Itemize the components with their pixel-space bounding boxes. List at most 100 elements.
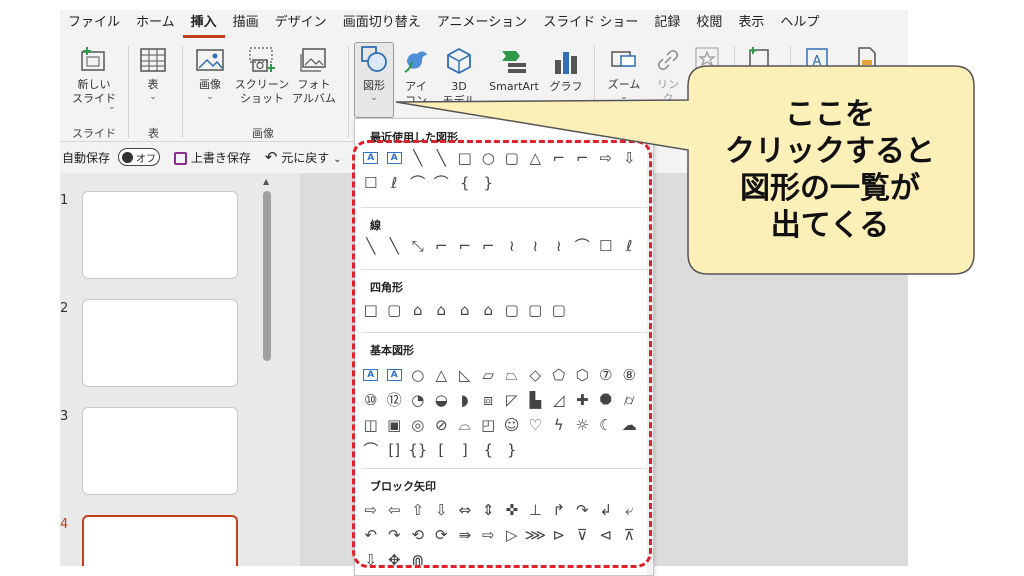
tab-3[interactable]: 描画 — [225, 10, 267, 38]
link-button[interactable]: リン ク — [648, 44, 688, 124]
new-slide-button[interactable]: 新しい スライド ⌄ — [66, 44, 122, 124]
shape-item-icon[interactable]: ⊼ — [618, 524, 642, 546]
image-button[interactable]: 画像 ⌄ — [184, 44, 236, 124]
shape-item-icon[interactable]: ⟲ — [406, 524, 430, 546]
slide-thumbnail[interactable] — [82, 515, 238, 566]
shape-item-icon[interactable]: ╲ — [359, 235, 383, 257]
tab-11[interactable]: ヘルプ — [772, 10, 827, 38]
chart-button[interactable]: グラフ — [544, 44, 588, 124]
shape-item-icon[interactable]: ⊽ — [571, 524, 595, 546]
shape-item-icon[interactable]: ⬡ — [571, 364, 595, 386]
tab-9[interactable]: 校閲 — [688, 10, 730, 38]
icons-button[interactable]: アイ コン — [396, 44, 436, 124]
shape-item-icon[interactable]: ↶ — [359, 524, 383, 546]
shape-item-icon[interactable]: ⇕ — [477, 499, 501, 521]
shape-item-icon[interactable]: ☼ — [571, 414, 595, 436]
shape-item-icon[interactable]: ☺ — [500, 414, 524, 436]
thumbnail-scrollbar[interactable]: ▲ — [260, 173, 274, 566]
shape-item-icon[interactable]: ⇨ — [477, 524, 501, 546]
shape-item-icon[interactable]: ⌐ — [453, 235, 477, 257]
slide-thumbnail[interactable] — [82, 407, 238, 495]
shape-item-icon[interactable]: ⊳ — [547, 524, 571, 546]
shape-item-icon[interactable]: ○ — [406, 364, 430, 386]
shape-item-icon[interactable]: ▢ — [500, 299, 524, 321]
shape-item-icon[interactable]: [] — [383, 439, 407, 461]
tab-10[interactable]: 表示 — [730, 10, 772, 38]
shape-item-icon[interactable]: ⑦ — [594, 364, 618, 386]
shape-item-icon[interactable]: A — [383, 364, 407, 386]
tab-6[interactable]: アニメーション — [429, 10, 535, 38]
shape-item-icon[interactable]: ⇩ — [430, 499, 454, 521]
shape-item-icon[interactable]: ⇩ — [359, 549, 383, 571]
shape-item-icon[interactable]: ⌒ — [571, 235, 595, 257]
3d-model-button[interactable]: 3D モデル — [436, 44, 482, 124]
shape-item-icon[interactable]: ⬠ — [547, 364, 571, 386]
shape-item-icon[interactable]: ⌒ — [430, 172, 454, 194]
shape-item-icon[interactable]: □ — [453, 147, 477, 169]
shape-item-icon[interactable]: △ — [524, 147, 548, 169]
smartart-button[interactable]: SmartArt — [482, 44, 546, 124]
tab-4[interactable]: デザイン — [267, 10, 335, 38]
shape-item-icon[interactable]: ⇩ — [618, 147, 642, 169]
shape-item-icon[interactable]: ≀ — [500, 235, 524, 257]
shape-item-icon[interactable]: ↲ — [594, 499, 618, 521]
shape-item-icon[interactable]: ◒ — [430, 389, 454, 411]
shape-item-icon[interactable]: ▢ — [524, 299, 548, 321]
shape-item-icon[interactable]: ϟ — [547, 414, 571, 436]
shape-item-icon[interactable]: ◇ — [524, 364, 548, 386]
shape-item-icon[interactable]: A — [383, 147, 407, 169]
shape-item-icon[interactable]: ⏢ — [500, 364, 524, 386]
shape-item-icon[interactable]: } — [500, 439, 524, 461]
shape-item-icon[interactable]: ♡ — [524, 414, 548, 436]
shape-item-icon[interactable]: ⑧ — [618, 364, 642, 386]
slide-thumbnail[interactable] — [82, 191, 238, 279]
shape-item-icon[interactable]: ◎ — [406, 414, 430, 436]
tab-5[interactable]: 画面切り替え — [335, 10, 429, 38]
shape-item-icon[interactable]: ⇦ — [383, 499, 407, 521]
shape-item-icon[interactable]: ⊲ — [594, 524, 618, 546]
shape-item-icon[interactable]: ≀ — [547, 235, 571, 257]
shape-item-icon[interactable]: ⑩ — [359, 389, 383, 411]
tab-8[interactable]: 記録 — [646, 10, 688, 38]
shape-item-icon[interactable]: ⌒ — [359, 439, 383, 461]
shape-item-icon[interactable]: ⌐ — [477, 235, 501, 257]
shape-item-icon[interactable]: ℓ — [383, 172, 407, 194]
shape-item-icon[interactable]: ↷ — [383, 524, 407, 546]
shape-item-icon[interactable]: { — [453, 172, 477, 194]
scroll-up-icon[interactable]: ▲ — [263, 177, 269, 186]
shape-item-icon[interactable]: ╲ — [383, 235, 407, 257]
shape-item-icon[interactable]: ☾ — [594, 414, 618, 436]
shape-item-icon[interactable]: ⋒ — [406, 549, 430, 571]
shape-item-icon[interactable]: ⊥ — [524, 499, 548, 521]
scroll-thumb[interactable] — [263, 191, 271, 361]
shape-item-icon[interactable]: ▢ — [547, 299, 571, 321]
shape-item-icon[interactable]: ▱ — [477, 364, 501, 386]
table-button[interactable]: 表 ⌄ — [130, 44, 176, 124]
shape-item-icon[interactable]: ℓ — [618, 235, 642, 257]
shape-item-icon[interactable]: ⑫ — [383, 389, 407, 411]
screenshot-button[interactable]: スクリーン ショット — [232, 44, 292, 124]
shape-item-icon[interactable]: ⌐ — [571, 147, 595, 169]
gallery-scrollbar[interactable] — [647, 119, 653, 575]
shape-item-icon[interactable]: ] — [453, 439, 477, 461]
shape-item-icon[interactable]: ⇨ — [359, 499, 383, 521]
shape-item-icon[interactable]: ▣ — [383, 414, 407, 436]
shape-item-icon[interactable]: ⊘ — [430, 414, 454, 436]
shape-item-icon[interactable]: ⇛ — [453, 524, 477, 546]
shape-item-icon[interactable]: ◸ — [500, 389, 524, 411]
shape-item-icon[interactable]: ⤶ — [618, 499, 642, 521]
shape-item-icon[interactable]: ◰ — [477, 414, 501, 436]
shape-item-icon[interactable]: ⌂ — [477, 299, 501, 321]
shape-item-icon[interactable]: ⇔ — [453, 499, 477, 521]
undo-button[interactable]: ↶ 元に戻す ⌄ — [265, 148, 342, 166]
shape-item-icon[interactable]: } — [477, 172, 501, 194]
shape-item-icon[interactable]: ⇧ — [406, 499, 430, 521]
shape-item-icon[interactable]: ◺ — [453, 364, 477, 386]
shape-item-icon[interactable]: {} — [406, 439, 430, 461]
shape-item-icon[interactable]: [ — [430, 439, 454, 461]
tab-2[interactable]: 挿入 — [182, 10, 225, 38]
shape-item-icon[interactable]: ⌐ — [430, 235, 454, 257]
shape-item-icon[interactable]: ⟳ — [430, 524, 454, 546]
shape-item-icon[interactable]: ⋙ — [524, 524, 548, 546]
shape-item-icon[interactable]: ☐ — [359, 172, 383, 194]
